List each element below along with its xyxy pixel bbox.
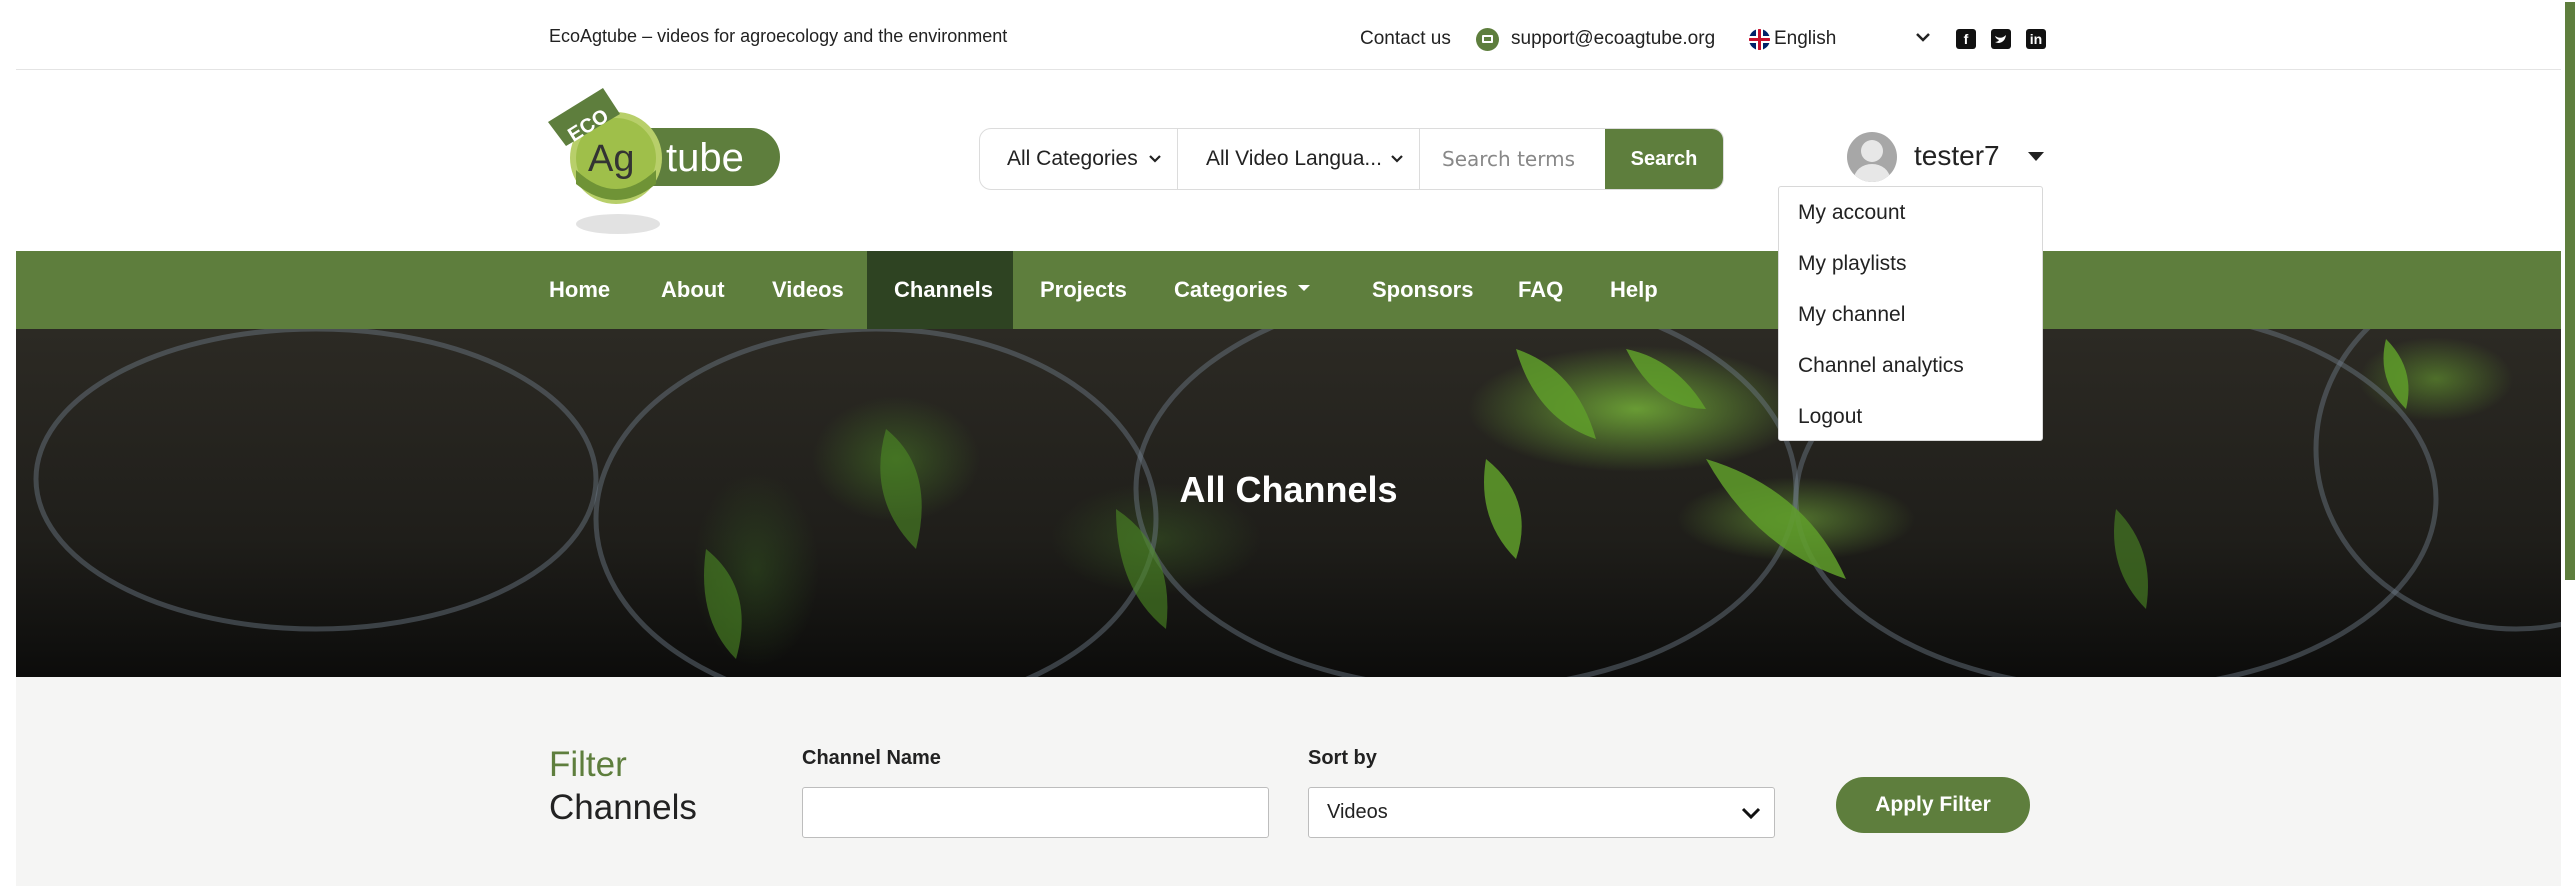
filter-heading-dark: Channels — [549, 788, 697, 827]
search-bar: All Categories All Video Langua... Searc… — [979, 128, 1724, 190]
menu-item-my-channel[interactable]: My channel — [1779, 299, 2042, 350]
top-bar: EcoAgtube – videos for agroecology and t… — [16, 0, 2561, 70]
nav-item-categories-label: Categories — [1174, 277, 1288, 302]
username-toggle[interactable]: tester7 — [1914, 140, 2000, 172]
chevron-down-icon — [1741, 807, 1761, 820]
channel-name-input[interactable] — [802, 787, 1269, 838]
video-language-select[interactable]: All Video Langua... — [1178, 129, 1420, 189]
apply-filter-button[interactable]: Apply Filter — [1836, 777, 2030, 833]
nav-item-about[interactable]: About — [634, 251, 752, 329]
page-scrollbar-thumb[interactable] — [2565, 2, 2575, 580]
support-email-link[interactable]: support@ecoagtube.org — [1511, 28, 1715, 50]
menu-item-my-playlists[interactable]: My playlists — [1779, 248, 2042, 299]
uk-flag-icon — [1749, 29, 1770, 50]
filter-section: Filter Channels Channel Name Sort by Vid… — [16, 677, 2561, 886]
nav-item-faq[interactable]: FAQ — [1491, 251, 1590, 329]
filter-heading: Filter Channels — [549, 743, 697, 829]
avatar[interactable] — [1847, 132, 1897, 182]
nav-item-home[interactable]: Home — [522, 251, 637, 329]
sort-by-select[interactable]: Videos — [1308, 787, 1775, 838]
chevron-down-icon[interactable] — [1914, 28, 1932, 46]
chevron-down-icon — [1149, 155, 1161, 163]
channel-name-label: Channel Name — [802, 747, 941, 769]
contact-us-link[interactable]: Contact us — [1360, 28, 1451, 50]
nav-item-help[interactable]: Help — [1583, 251, 1685, 329]
language-selector[interactable]: English — [1774, 28, 1836, 50]
logo-ag-text: Ag — [588, 138, 634, 180]
caret-down-icon[interactable] — [2028, 152, 2044, 161]
caret-down-icon — [1297, 285, 1310, 292]
category-select-value: All Categories — [1007, 147, 1138, 170]
menu-item-logout[interactable]: Logout — [1779, 401, 2042, 452]
nav-item-sponsors[interactable]: Sponsors — [1345, 251, 1500, 329]
ecoagtube-logo[interactable]: ECO Ag tube — [548, 88, 788, 248]
logo-tube-text: tube — [666, 136, 744, 180]
facebook-icon[interactable]: f — [1956, 29, 1976, 49]
menu-item-channel-analytics[interactable]: Channel analytics — [1779, 350, 2042, 401]
site-header: ECO Ag tube All Categories All Video Lan… — [16, 70, 2561, 251]
linkedin-icon[interactable]: in — [2026, 29, 2046, 49]
page-title: All Channels — [1179, 469, 1398, 510]
user-dropdown-menu: My account My playlists My channel Chann… — [1778, 186, 2043, 441]
nav-item-projects[interactable]: Projects — [1013, 251, 1154, 329]
search-input[interactable] — [1420, 129, 1607, 189]
main-nav: Home About Videos Channels Projects Cate… — [16, 251, 2561, 329]
hero-banner: All Channels — [16, 329, 2561, 677]
page: EcoAgtube – videos for agroecology and t… — [16, 0, 2561, 886]
category-select[interactable]: All Categories — [980, 129, 1178, 189]
chevron-down-icon — [1391, 155, 1403, 163]
nav-item-channels[interactable]: Channels — [867, 251, 1013, 329]
sort-by-label: Sort by — [1308, 747, 1377, 769]
nav-item-videos[interactable]: Videos — [745, 251, 871, 329]
nav-item-categories[interactable]: Categories — [1147, 251, 1337, 329]
twitter-icon[interactable] — [1991, 29, 2011, 49]
search-button[interactable]: Search — [1605, 129, 1723, 189]
sort-by-select-value: Videos — [1327, 801, 1388, 823]
mail-icon — [1476, 28, 1499, 51]
filter-heading-green: Filter — [549, 745, 627, 784]
video-language-select-value: All Video Langua... — [1206, 147, 1382, 170]
site-tagline: EcoAgtube – videos for agroecology and t… — [549, 26, 1008, 46]
menu-item-my-account[interactable]: My account — [1779, 197, 2042, 248]
